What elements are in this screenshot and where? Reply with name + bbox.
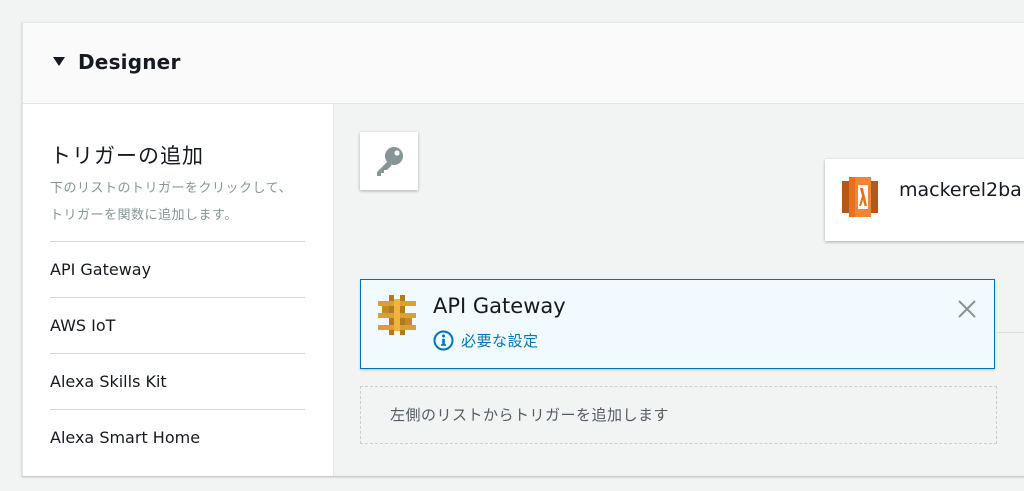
trigger-item-api-gateway[interactable]: API Gateway [50,241,305,297]
configuration-required-text: 必要な設定 [461,332,539,350]
drop-zone-text: 左側のリストからトリガーを追加します [390,406,670,424]
function-card[interactable]: mackerel2ba [825,159,1024,241]
trigger-card-name: API Gateway [433,294,566,318]
designer-panel: Designer トリガーの追加 下のリストのトリガーをクリックして、トリガーを… [22,22,1024,476]
trigger-item-aws-iot[interactable]: AWS IoT [50,297,305,353]
connector-line [997,332,1024,333]
api-gateway-trigger-card[interactable]: API Gateway 必要な設定 [360,279,995,369]
caret-down-icon[interactable] [53,57,65,66]
trigger-drop-zone[interactable]: 左側のリストからトリガーを追加します [360,386,997,444]
sidebar-description: 下のリストのトリガーをクリックして、トリガーを関数に追加します。 [50,181,292,223]
trigger-list: API Gateway AWS IoT Alexa Skills Kit Ale… [50,241,305,465]
sidebar-title: トリガーの追加 [50,144,204,168]
designer-canvas: mackerel2ba API Gateway 必要な設定 左側のリストからトリ… [334,104,1024,476]
trigger-item-alexa-smart-home[interactable]: Alexa Smart Home [50,409,305,465]
trigger-item-alexa-skills-kit[interactable]: Alexa Skills Kit [50,353,305,409]
api-gateway-icon [378,295,416,335]
layers-key-button[interactable] [360,132,418,190]
designer-title: Designer [78,50,181,74]
info-icon [433,330,454,351]
configuration-required-link[interactable]: 必要な設定 [433,330,539,351]
close-icon[interactable] [956,298,978,320]
add-triggers-sidebar: トリガーの追加 下のリストのトリガーをクリックして、トリガーを関数に追加します。… [23,104,334,476]
function-name: mackerel2ba [899,179,1022,201]
lambda-icon [842,177,878,217]
key-icon [377,147,403,176]
designer-header[interactable]: Designer [23,23,1024,104]
